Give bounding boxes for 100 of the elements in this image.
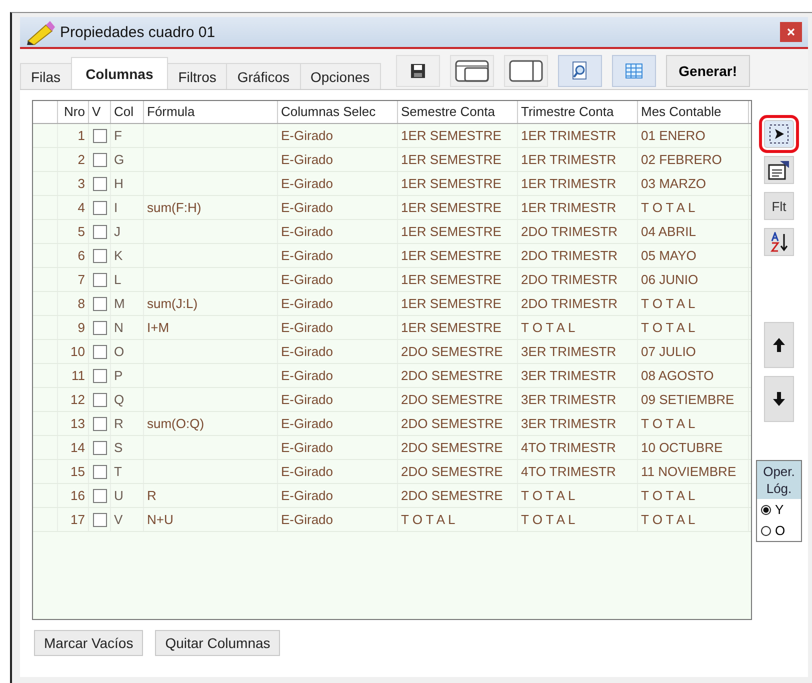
properties-icon — [768, 160, 790, 180]
action-button[interactable]: Marcar Vacíos — [34, 630, 144, 656]
table-cell: S — [114, 440, 123, 455]
checkbox[interactable] — [92, 224, 106, 238]
table-cell: 3ER TRIMESTR — [521, 392, 616, 407]
checkbox[interactable] — [92, 368, 106, 382]
close-icon — [787, 28, 795, 36]
column-header[interactable]: Col — [111, 101, 144, 123]
table-cell: 2DO TRIMESTR — [521, 248, 618, 263]
table-cell: R — [114, 416, 124, 431]
column-header[interactable]: V — [89, 101, 111, 123]
table-cell: 1ER SEMESTRE — [401, 224, 502, 239]
table-cell: sum(F:H) — [147, 200, 202, 215]
table-cell: 3 — [78, 176, 85, 191]
column-header[interactable]: Mes Contable — [638, 101, 749, 123]
tab[interactable]: Filas — [20, 63, 72, 89]
column-header[interactable]: Trimestre Conta — [518, 101, 638, 123]
toolbar-button[interactable] — [396, 55, 440, 87]
table-cell: 2DO TRIMESTR — [521, 272, 618, 287]
checkbox[interactable] — [92, 488, 106, 502]
table-cell: E-Girado — [281, 344, 334, 359]
checkbox[interactable] — [92, 344, 106, 358]
up-arrow-icon — [773, 338, 785, 352]
table-cell: 07 JULIO — [641, 344, 696, 359]
toolbar-button[interactable] — [450, 55, 494, 87]
table-cell: N — [114, 320, 124, 335]
table-cell: J — [114, 224, 120, 239]
checkbox[interactable] — [92, 512, 106, 526]
table-cell: L — [114, 272, 122, 287]
table-cell: E-Girado — [281, 200, 334, 215]
table-cell: T O T A L — [641, 512, 696, 527]
side-button[interactable] — [764, 228, 794, 256]
table-cell: 2DO SEMESTRE — [401, 464, 503, 479]
window-layout-icon — [454, 60, 489, 82]
checkbox[interactable] — [92, 176, 106, 190]
split-panel-icon — [508, 60, 543, 82]
column-header[interactable]: Columnas Selec — [278, 101, 398, 123]
table-cell: 1 — [78, 128, 85, 143]
checkbox[interactable] — [92, 296, 106, 310]
toolbar-button[interactable] — [504, 55, 548, 87]
table-cell: N+U — [147, 512, 174, 527]
table-grid-icon — [624, 63, 643, 79]
side-button[interactable] — [764, 322, 794, 368]
column-header[interactable]: Nro — [58, 101, 89, 123]
table-cell: 4TO TRIMESTR — [521, 464, 616, 479]
checkbox[interactable] — [92, 248, 106, 262]
tab[interactable]: Columnas — [70, 57, 168, 89]
column-header[interactable]: Fórmula — [144, 101, 278, 123]
table-cell: 1ER SEMESTRE — [401, 320, 502, 335]
checkbox[interactable] — [92, 152, 106, 166]
table-cell: 10 OCTUBRE — [641, 440, 723, 455]
checkbox[interactable] — [92, 392, 106, 406]
table-cell: R — [147, 488, 156, 503]
checkbox[interactable] — [92, 416, 106, 430]
table-cell: 17 — [70, 512, 85, 527]
table-cell: 09 SETIEMBRE — [641, 392, 734, 407]
table-cell: 16 — [70, 488, 85, 503]
close-button[interactable] — [780, 22, 802, 42]
table-cell: 3ER TRIMESTR — [521, 368, 616, 383]
side-button[interactable] — [764, 156, 794, 184]
tab[interactable]: Filtros — [167, 63, 228, 89]
table-cell: E-Girado — [281, 320, 334, 335]
table-cell: E-Girado — [281, 296, 334, 311]
table-cell: I+M — [147, 320, 170, 335]
tab[interactable]: Gráficos — [226, 63, 300, 89]
column-header[interactable]: Semestre Conta — [398, 101, 518, 123]
tab[interactable]: Opciones — [300, 63, 381, 89]
table-cell: E-Girado — [281, 224, 334, 239]
toolbar-button[interactable] — [558, 55, 602, 87]
generate-button[interactable]: Generar! — [666, 55, 750, 87]
table-cell: E-Girado — [281, 248, 334, 263]
table-cell: 2DO TRIMESTR — [521, 224, 618, 239]
checkbox[interactable] — [92, 464, 106, 478]
table-cell: 02 FEBRERO — [641, 152, 722, 167]
table-cell: T O T A L — [401, 512, 456, 527]
table-cell: 1ER SEMESTRE — [401, 152, 502, 167]
table-cell: V — [114, 512, 123, 527]
checkbox[interactable] — [92, 128, 106, 142]
checkbox[interactable] — [92, 272, 106, 286]
table-cell: 9 — [78, 320, 85, 335]
table-cell: U — [114, 488, 124, 503]
side-button[interactable] — [764, 376, 794, 422]
checkbox[interactable] — [92, 320, 106, 334]
page-magnifier-icon — [570, 61, 589, 81]
radio-option[interactable]: Y — [757, 499, 801, 520]
table-cell: 15 — [70, 464, 85, 479]
table-cell: sum(O:Q) — [147, 416, 204, 431]
table-cell: 2DO SEMESTRE — [401, 344, 503, 359]
table-cell: 5 — [78, 224, 85, 239]
table-cell: 08 AGOSTO — [641, 368, 714, 383]
action-button[interactable]: Quitar Columnas — [155, 630, 280, 656]
radio-option[interactable]: O — [757, 520, 801, 541]
table-cell: E-Girado — [281, 128, 334, 143]
table-cell: G — [114, 152, 124, 167]
table-cell: 2DO SEMESTRE — [401, 440, 503, 455]
table-cell: M — [114, 296, 125, 311]
checkbox[interactable] — [92, 200, 106, 214]
checkbox[interactable] — [92, 440, 106, 454]
side-button[interactable]: Flt — [764, 192, 794, 220]
pointer-icon — [769, 124, 789, 144]
